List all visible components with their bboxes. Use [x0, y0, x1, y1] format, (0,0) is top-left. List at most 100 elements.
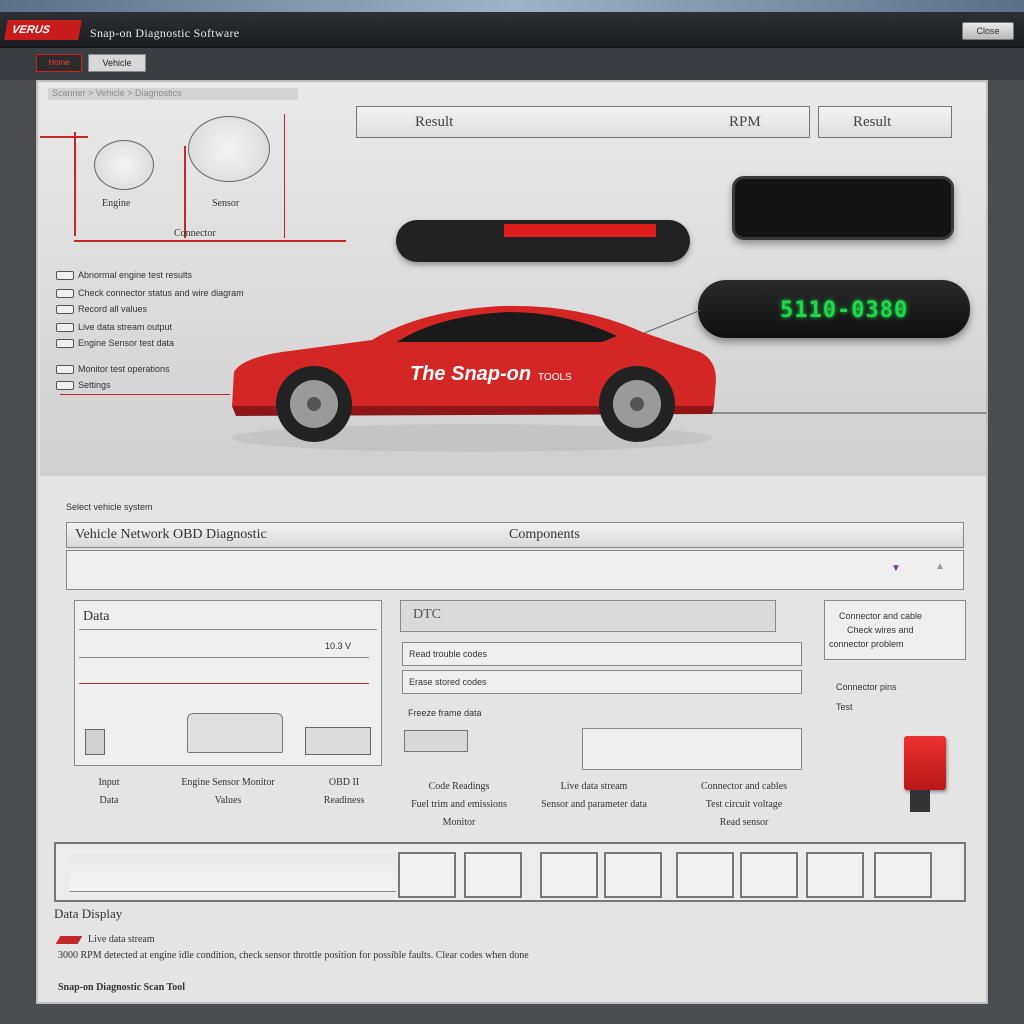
chevron-down-icon[interactable]: ▼	[891, 563, 901, 574]
scanner-icon	[404, 730, 468, 752]
diagram-label-sensor: Sensor	[212, 198, 240, 209]
caption-live: Live data stream Sensor and parameter dat…	[541, 781, 647, 810]
main-panel: Scanner > Vehicle > Diagnostics Engine S…	[36, 80, 988, 1004]
device-icon	[305, 727, 371, 755]
tab-vehicle[interactable]: Vehicle	[88, 54, 146, 72]
option-checkbox[interactable]	[56, 289, 74, 299]
option-item[interactable]: Settings	[56, 380, 111, 392]
strip-graph[interactable]	[70, 854, 396, 892]
engine-sketch-icon	[187, 713, 283, 753]
guide-line	[74, 240, 346, 242]
vehicle-view: Scanner > Vehicle > Diagnostics Engine S…	[40, 84, 986, 476]
strip-cell[interactable]	[676, 852, 734, 898]
option-item[interactable]: Monitor test operations	[56, 364, 170, 376]
strip-cell[interactable]	[398, 852, 456, 898]
guide-line	[60, 394, 230, 395]
footer-line: Live data stream	[88, 934, 155, 945]
connector-label: Connector pins	[836, 682, 897, 692]
engine-diagram-icon	[94, 140, 154, 190]
scanner-probe	[396, 220, 690, 262]
dtc-card-title: DTC	[413, 607, 441, 622]
strip-cell[interactable]	[540, 852, 598, 898]
breadcrumb: Scanner > Vehicle > Diagnostics	[48, 88, 298, 100]
option-checkbox[interactable]	[56, 271, 74, 281]
dtc-row-label: Erase stored codes	[409, 677, 487, 687]
option-item[interactable]: Live data stream output	[56, 322, 172, 334]
dtc-row-label: Read trouble codes	[409, 649, 488, 659]
tab-home[interactable]: Home	[36, 54, 82, 72]
option-item[interactable]: Check connector status and wire diagram	[56, 288, 244, 300]
sensor-diagram-icon	[188, 116, 270, 182]
dtc-row[interactable]: Erase stored codes	[402, 670, 802, 694]
option-checkbox[interactable]	[56, 323, 74, 333]
connector-test-label: Test	[836, 702, 853, 712]
connector-icon	[904, 736, 946, 790]
guide-line	[74, 132, 76, 236]
system-dropdown[interactable]: Vehicle Network OBD Diagnostic Component…	[66, 522, 964, 548]
scanner-module	[732, 176, 954, 240]
section-title: Select vehicle system	[66, 502, 153, 512]
divider	[79, 657, 369, 658]
option-checkbox[interactable]	[56, 381, 74, 391]
guide-line	[284, 114, 285, 238]
window-title: Snap-on Diagnostic Software	[90, 26, 240, 40]
caption-connector: Connector and cables Test circuit voltage…	[700, 781, 788, 828]
dtc-row-label: Freeze frame data	[408, 708, 482, 718]
guide-line	[184, 146, 186, 238]
note-line: connector problem	[829, 639, 904, 649]
footer-title: Data Display	[54, 906, 123, 921]
option-checkbox[interactable]	[56, 365, 74, 375]
title-bar: VERUS Snap-on Diagnostic Software Close	[0, 12, 1024, 48]
option-item[interactable]: Abnormal engine test results	[56, 270, 192, 282]
vehicle-brand-text: The Snap-on	[410, 363, 531, 385]
option-checkbox[interactable]	[56, 305, 74, 315]
caption-readiness: OBD II Readiness	[323, 777, 365, 806]
footer-line: 3000 RPM detected at engine idle conditi…	[58, 950, 529, 961]
vehicle-illustration: The Snap-on TOOLS	[232, 305, 716, 452]
floor-line	[710, 412, 986, 414]
note-box: Connector and cable Check wires and conn…	[824, 600, 966, 660]
data-card-title: Data	[83, 609, 110, 624]
thumbnail-strip	[54, 842, 966, 902]
system-input[interactable]: ▼ ▲	[66, 550, 964, 590]
result-field[interactable]: Result RPM	[356, 106, 810, 138]
note-line: Check wires and	[847, 625, 914, 635]
option-checkbox[interactable]	[56, 339, 74, 349]
app-logo: VERUS	[4, 20, 82, 40]
result-field-value: RPM	[729, 114, 761, 130]
warning-icon	[55, 936, 83, 944]
strip-cell[interactable]	[740, 852, 798, 898]
strip-cell[interactable]	[874, 852, 932, 898]
result-field-label: Result	[415, 114, 454, 130]
probe-indicator	[504, 224, 656, 237]
dtc-card: DTC	[400, 600, 776, 632]
option-item[interactable]: Record all values	[56, 304, 147, 316]
dropdown-right-label: Components	[509, 527, 580, 542]
data-card-value: 10.3 V	[325, 641, 352, 651]
strip-cell[interactable]	[464, 852, 522, 898]
divider	[79, 629, 377, 630]
strip-cell[interactable]	[604, 852, 662, 898]
tab-bar: Home Vehicle	[0, 48, 1024, 80]
readout-display: 5110-0380	[698, 280, 970, 338]
caption-input: Input Data	[98, 777, 120, 806]
dtc-row[interactable]: Read trouble codes	[402, 642, 802, 666]
caption-codes: Code Readings Fuel trim and emissions Moni…	[411, 781, 507, 828]
dtc-row[interactable]	[582, 728, 802, 770]
data-card: Data 10.3 V	[74, 600, 382, 766]
diagram-label-connector: Connector	[174, 228, 216, 239]
strip-cell[interactable]	[806, 852, 864, 898]
dropdown-value: Vehicle Network OBD Diagnostic	[75, 527, 267, 542]
footer-line: Snap-on Diagnostic Scan Tool	[58, 982, 185, 993]
readout-value: 5110-0380	[780, 298, 909, 323]
result-button-label: Result	[853, 114, 892, 130]
option-item[interactable]: Engine Sensor test data	[56, 338, 174, 350]
desktop-strip	[0, 0, 1024, 12]
result-button[interactable]: Result	[818, 106, 952, 138]
close-button[interactable]: Close	[962, 22, 1014, 40]
guide-line	[40, 136, 88, 138]
chevron-up-icon[interactable]: ▲	[935, 561, 945, 572]
chart-line	[79, 683, 369, 684]
diagram-label-engine: Engine	[102, 198, 131, 209]
plug-icon	[85, 729, 105, 755]
